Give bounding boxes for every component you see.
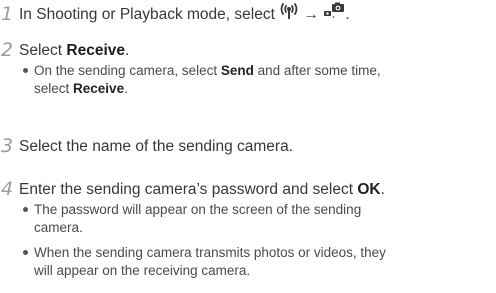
arrow-glyph: →: [303, 6, 320, 24]
step-text-before: Select: [19, 42, 67, 59]
bullet-text-bold: Send: [220, 63, 254, 78]
step-number: 4: [1, 178, 13, 200]
step-text: Select Receive.: [19, 41, 129, 60]
step-text-after: .: [380, 181, 385, 198]
bullet-text-part: The password will appear on the screen o…: [34, 202, 362, 217]
bullet-text-part: .: [124, 81, 128, 96]
step-number: 3: [1, 135, 13, 157]
step-text: In Shooting or Playback mode, select → .: [19, 2, 350, 25]
step-text-before: In Shooting or Playback mode, select: [19, 6, 280, 24]
bullet-text-part: will appear on the receiving camera.: [34, 263, 251, 278]
bullet-text-part: and after some time,: [253, 63, 381, 78]
bullet-text-part: On the sending camera, select: [34, 63, 221, 78]
camera-link-icon: [323, 2, 345, 25]
step-text: Select the name of the sending camera.: [19, 138, 293, 155]
wifi-antenna-icon: [279, 3, 299, 25]
bullet-text: The password will appear on the screen o…: [34, 201, 484, 237]
bullet-text-bold: Receive: [73, 81, 125, 96]
bullet-dot: [23, 207, 28, 212]
step-text-before: Enter the sending camera’s password and …: [19, 181, 358, 198]
bullet-text-part: camera.: [34, 220, 83, 235]
bullet-dot: [23, 68, 28, 73]
step-number: 2: [1, 39, 13, 61]
bullet-text-part: When the sending camera transmits photos…: [34, 245, 386, 260]
step-number: 1: [1, 3, 13, 25]
bullet-text-part: select: [34, 81, 74, 96]
bullet-text: When the sending camera transmits photos…: [34, 244, 484, 280]
bullet-text: On the sending camera, select Send and a…: [34, 62, 484, 98]
step-text: Enter the sending camera’s password and …: [19, 180, 385, 199]
step-text-after: .: [125, 42, 130, 59]
bullet-dot: [23, 250, 28, 255]
step-text-bold: OK: [357, 181, 381, 198]
step-text-bold: Receive: [66, 42, 125, 59]
step-text-after: .: [345, 6, 350, 24]
